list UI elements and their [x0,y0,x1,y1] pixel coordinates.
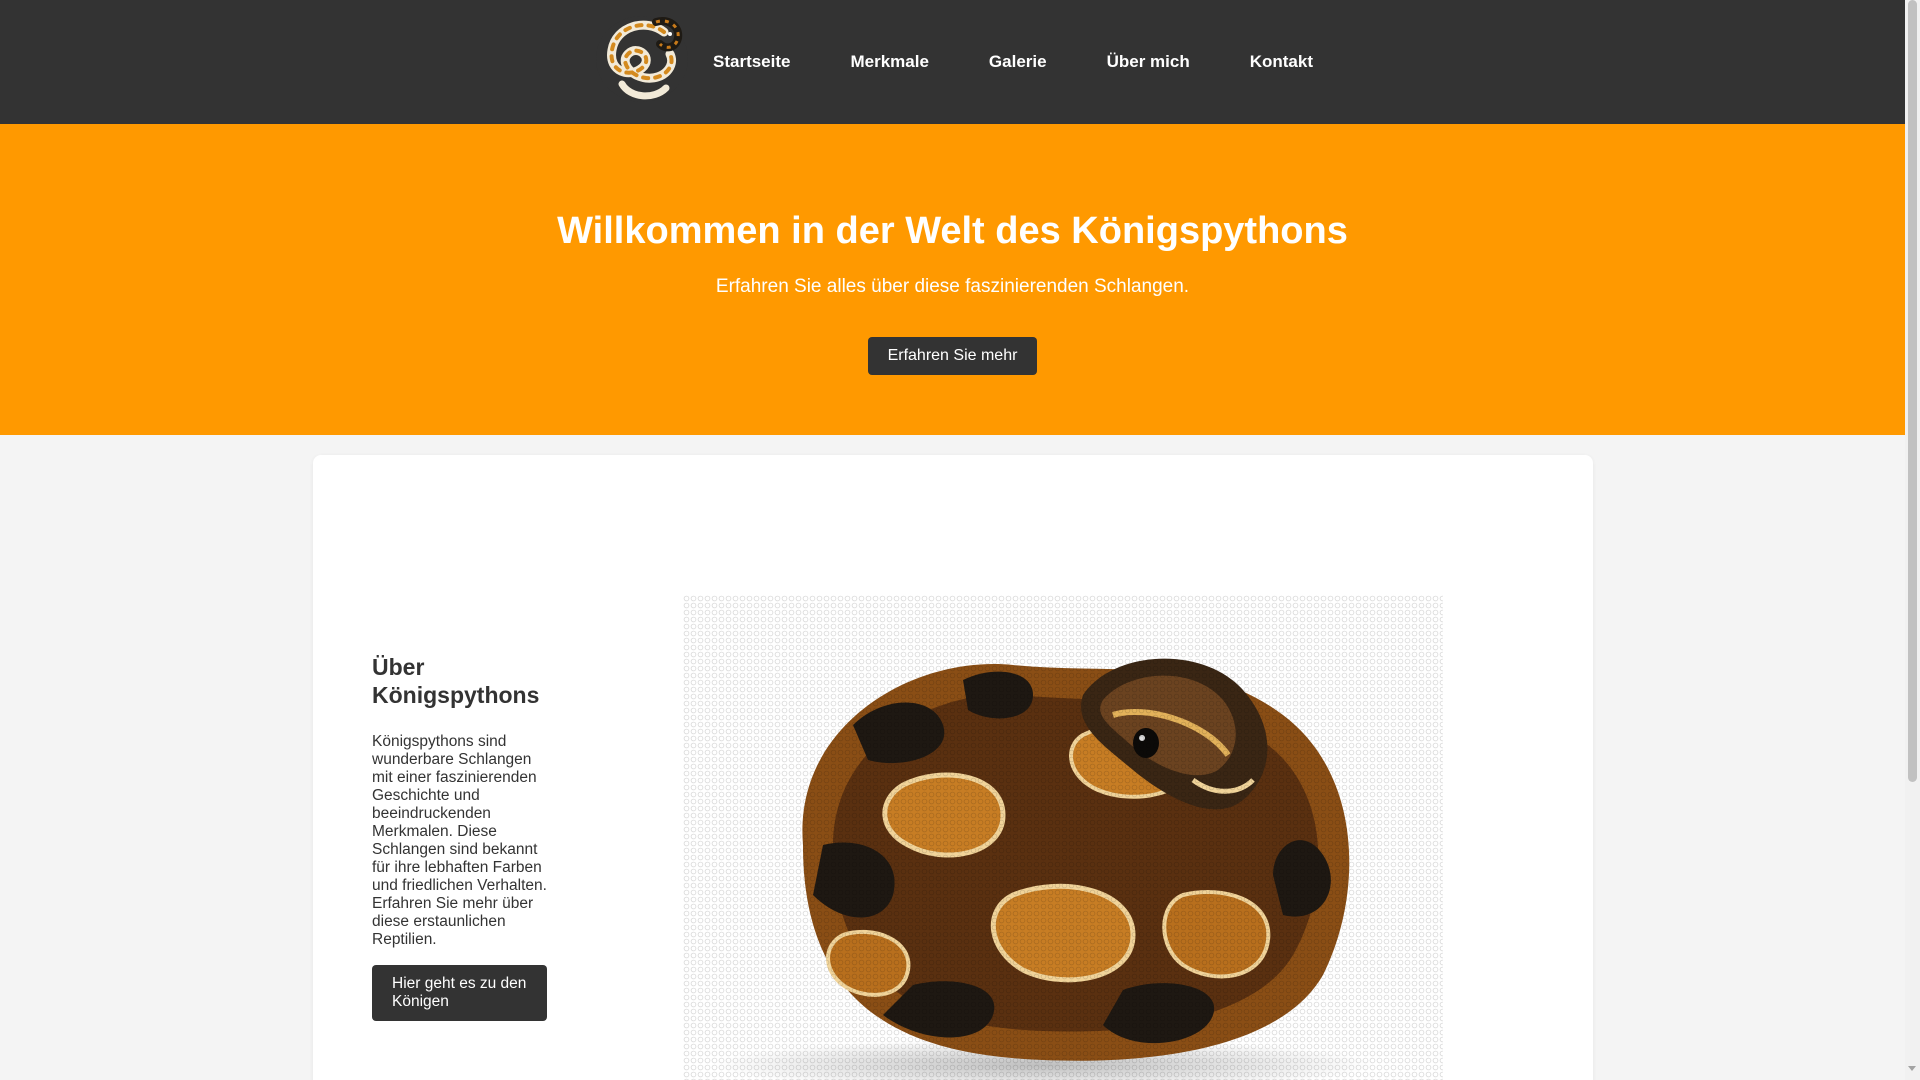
ball-python-image [683,595,1443,1080]
vertical-scrollbar[interactable] [1905,0,1920,1080]
hero-banner: Willkommen in der Welt des Königspythons… [0,124,1905,435]
about-heading: Über Königspythons [372,654,540,708]
nav-link-ueber-mich[interactable]: Über mich [1107,52,1190,72]
page: Startseite Merkmale Galerie Über mich Ko… [0,0,1905,1080]
main-nav: Startseite Merkmale Galerie Über mich Ko… [713,48,1313,76]
content-card: Über Königspythons Königspythons sind wu… [313,455,1593,1080]
snake-logo-icon[interactable] [594,14,690,105]
learn-more-button[interactable]: Erfahren Sie mehr [868,337,1037,375]
nav-link-galerie[interactable]: Galerie [989,52,1047,72]
scroll-down-arrow-icon[interactable] [1908,1066,1916,1071]
nav-link-merkmale[interactable]: Merkmale [850,52,928,72]
hero-title: Willkommen in der Welt des Königspythons [557,210,1348,252]
site-header: Startseite Merkmale Galerie Über mich Ko… [0,0,1905,124]
nav-link-kontakt[interactable]: Kontakt [1250,52,1313,72]
nav-link-startseite[interactable]: Startseite [713,52,790,72]
about-section: Über Königspythons Königspythons sind wu… [372,653,548,1021]
kings-link-button[interactable]: Hier geht es zu den Königen [372,965,547,1021]
hero-subtitle: Erfahren Sie alles über diese fasziniere… [715,276,1190,297]
about-text: Königspythons sind wunderbare Schlangen … [372,733,547,948]
scrollbar-thumb[interactable] [1908,0,1917,782]
